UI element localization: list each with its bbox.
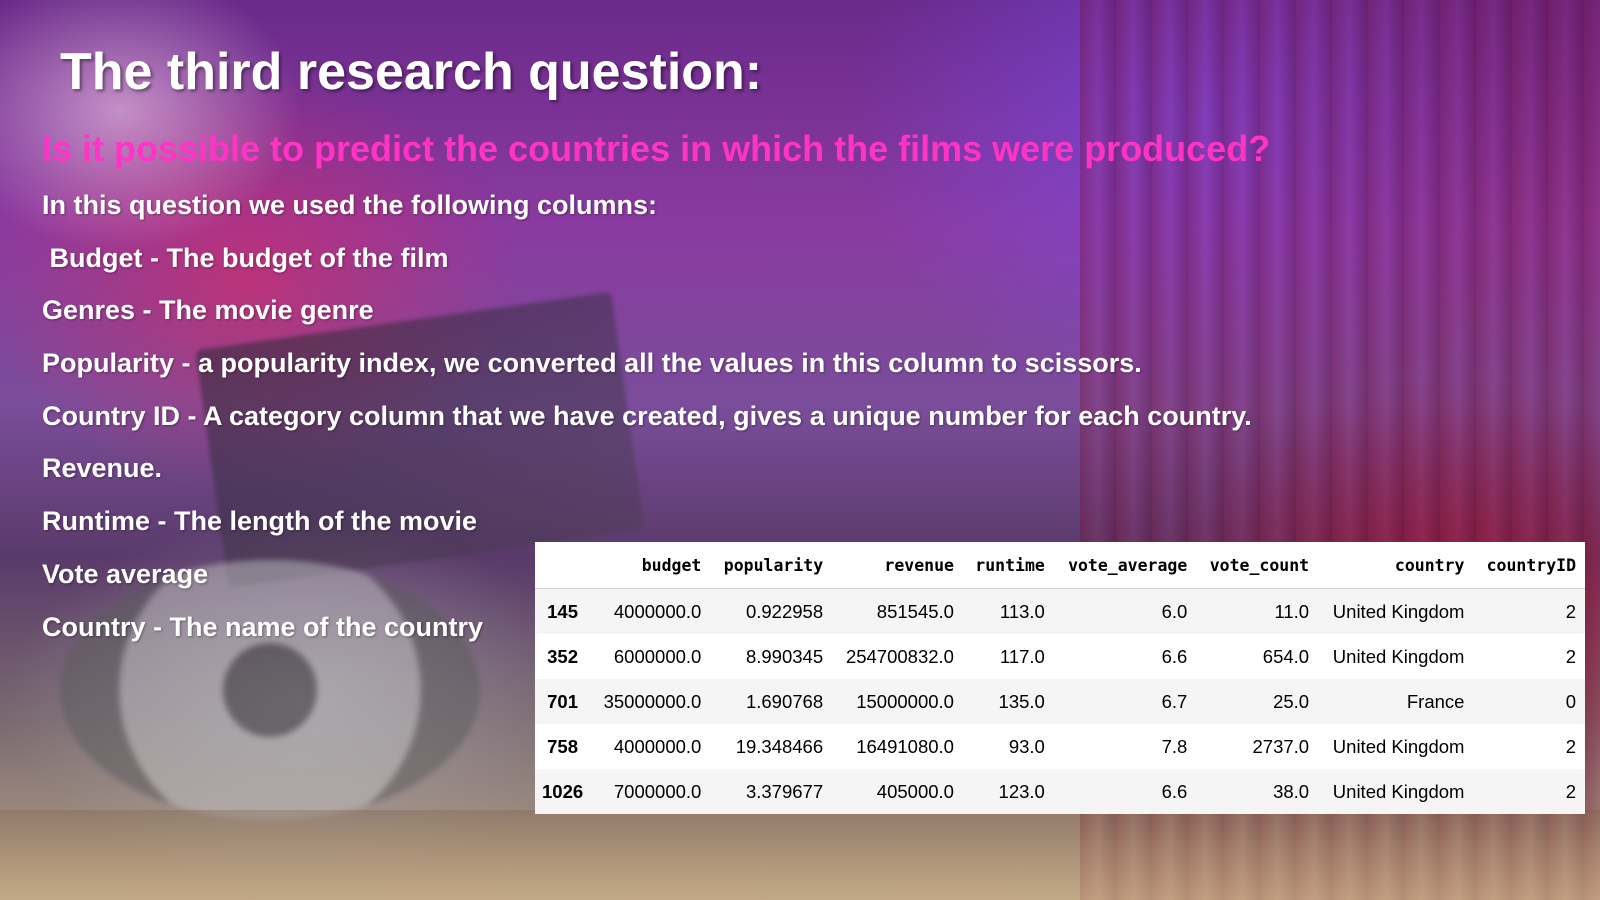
cell-country: United Kingdom [1332, 645, 1465, 667]
budget-line: Budget - The budget of the film [42, 242, 449, 273]
cell-budget: 7000000.0 [613, 780, 702, 802]
cell-revenue: 15000000.0 [856, 690, 954, 712]
cell-popularity: 19.348466 [735, 735, 824, 757]
column-header-vote-average: vote_average [1053, 542, 1197, 589]
row-index: 701 [547, 690, 579, 712]
cell-popularity: 3.379677 [745, 780, 824, 802]
column-header-country: country [1318, 542, 1474, 589]
cell-popularity: 1.690768 [745, 690, 824, 712]
cell-country-id: 2 [1565, 645, 1576, 667]
cell-popularity: 8.990345 [745, 645, 824, 667]
column-header-revenue: revenue [832, 542, 963, 589]
cell-revenue: 851545.0 [876, 600, 954, 622]
cell-vote-average: 6.0 [1161, 600, 1188, 622]
row-index: 1026 [542, 780, 584, 802]
country-id-line: Country ID - A category column that we h… [42, 400, 1252, 431]
cell-country: United Kingdom [1332, 735, 1465, 757]
genres-line: Genres - The movie genre [42, 295, 374, 326]
cell-country-id: 2 [1565, 735, 1576, 757]
cell-country: France [1406, 690, 1465, 712]
cell-vote-average: 6.6 [1161, 780, 1188, 802]
column-header-popularity: popularity [710, 542, 833, 589]
revenue-line: Revenue. [42, 453, 163, 484]
table-row: 758 4000000.0 19.348466 16491080.0 93.0 … [535, 724, 1585, 769]
dataframe-table: budget popularity revenue runtime vote_a… [535, 542, 1585, 814]
column-header-index [535, 542, 591, 589]
table-row: 352 6000000.0 8.990345 254700832.0 117.0… [535, 634, 1585, 679]
cell-budget: 4000000.0 [613, 600, 702, 622]
cell-vote-count: 2737.0 [1252, 735, 1310, 757]
column-header-vote-count: vote_count [1196, 542, 1319, 589]
slide-title: The third research question: [60, 43, 763, 101]
background-table-surface [0, 810, 1600, 900]
cell-runtime: 113.0 [999, 600, 1045, 622]
cell-vote-count: 25.0 [1273, 690, 1310, 712]
table-row: 145 4000000.0 0.922958 851545.0 113.0 6.… [535, 588, 1585, 634]
cell-vote-count: 654.0 [1262, 645, 1310, 667]
intro-line: In this question we used the following c… [42, 190, 658, 220]
cell-runtime: 123.0 [998, 780, 1045, 802]
cell-vote-average: 7.8 [1161, 735, 1188, 757]
column-header-runtime: runtime [962, 542, 1054, 589]
cell-budget: 6000000.0 [613, 645, 702, 667]
cell-vote-count: 11.0 [1274, 600, 1310, 622]
cell-revenue: 405000.0 [876, 780, 954, 802]
row-index: 758 [547, 735, 579, 757]
cell-runtime: 93.0 [1008, 735, 1045, 757]
cell-budget: 35000000.0 [603, 690, 702, 712]
cell-vote-count: 38.0 [1273, 780, 1310, 802]
cell-revenue: 254700832.0 [845, 645, 954, 667]
cell-country-id: 2 [1565, 600, 1576, 622]
cell-country: United Kingdom [1332, 600, 1465, 622]
table-row: 701 35000000.0 1.690768 15000000.0 135.0… [535, 679, 1585, 724]
cell-revenue: 16491080.0 [856, 735, 954, 757]
cell-country: United Kingdom [1332, 780, 1465, 802]
row-index: 145 [547, 600, 579, 622]
cell-budget: 4000000.0 [613, 735, 702, 757]
cell-country-id: 2 [1565, 780, 1576, 802]
cell-vote-average: 6.7 [1161, 690, 1188, 712]
column-header-country-id: countryID [1473, 542, 1585, 589]
cell-popularity: 0.922958 [745, 600, 824, 622]
cell-vote-average: 6.6 [1161, 645, 1188, 667]
row-index: 352 [547, 645, 579, 667]
cell-runtime: 117.0 [999, 645, 1045, 667]
table-header-row: budget popularity revenue runtime vote_a… [535, 542, 1585, 589]
cell-runtime: 135.0 [998, 690, 1045, 712]
research-question: Is it possible to predict the countries … [42, 128, 1271, 169]
popularity-line: Popularity - a popularity index, we conv… [42, 348, 1142, 379]
cell-country-id: 0 [1565, 690, 1576, 712]
column-header-budget: budget [590, 542, 711, 589]
table-row: 1026 7000000.0 3.379677 405000.0 123.0 6… [535, 769, 1585, 814]
